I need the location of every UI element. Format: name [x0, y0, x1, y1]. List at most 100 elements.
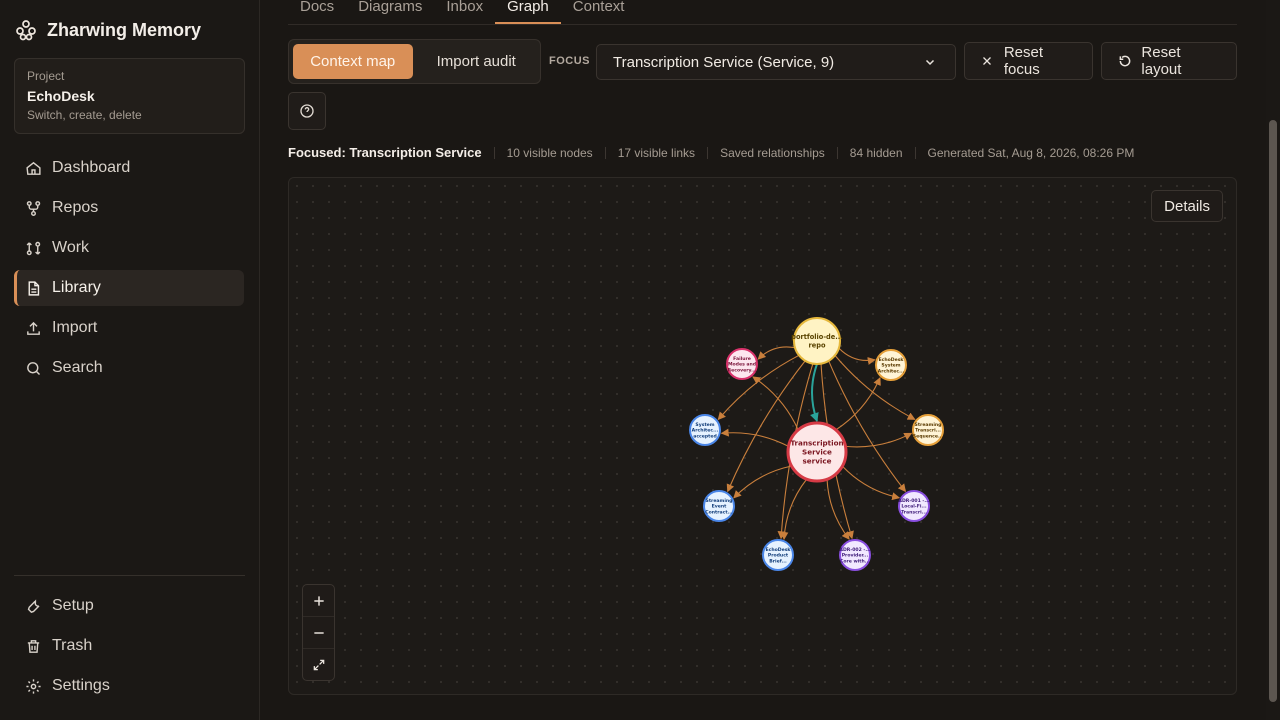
graph-mode-toggle: Context map Import audit [288, 39, 541, 84]
plus-icon [310, 592, 328, 610]
nav-item-settings[interactable]: Settings [14, 668, 244, 704]
generated-timestamp: Generated Sat, Aug 8, 2026, 08:26 PM [927, 145, 1135, 160]
tab-diagrams[interactable]: Diagrams [346, 0, 434, 24]
focus-label: FOCUS [549, 55, 590, 67]
node-label: Failure [733, 356, 751, 362]
nav-label: Search [52, 359, 103, 376]
graph-node-streamseq[interactable]: StreamingTranscri...Sequence... [912, 414, 944, 446]
node-label: service [803, 457, 832, 466]
node-label: Transcri... [915, 428, 941, 434]
focus-select[interactable]: Transcription Service (Service, 9) [596, 44, 956, 80]
node-label: portfolio-de... [791, 333, 843, 341]
tab-context[interactable]: Context [561, 0, 637, 24]
nav-item-dashboard[interactable]: Dashboard [14, 150, 244, 186]
tab-inbox[interactable]: Inbox [434, 0, 495, 24]
repo-icon [24, 199, 42, 217]
graph-edge-repo-failure [757, 346, 796, 360]
reset-layout-button[interactable]: Reset layout [1101, 42, 1237, 80]
project-name: EchoDesk [27, 88, 95, 104]
meta-divider [914, 146, 916, 159]
graph-node-failure[interactable]: FailureModes andRecovery... [726, 348, 758, 380]
nav-label: Library [52, 279, 101, 296]
node-label: Event [712, 504, 728, 510]
graph-edge-focus-sysarch [720, 428, 789, 447]
sidebar: Zharwing Memory Project EchoDesk Switch,… [0, 0, 260, 720]
node-label: EchoDesk [878, 357, 904, 363]
home-icon [24, 159, 42, 177]
graph-edge-focus-streamseq [845, 432, 913, 448]
node-label: Provider... [842, 553, 869, 559]
help-button[interactable] [288, 92, 326, 130]
zoom-out-button[interactable] [303, 617, 334, 649]
graph-canvas[interactable]: Transcription Service service portfolio-de.… [288, 177, 1237, 695]
nav-label: Import [52, 319, 98, 336]
node-label: EchoDesk [765, 547, 791, 553]
context-map-button[interactable]: Context map [293, 44, 413, 79]
graph-svg[interactable]: TranscriptionServiceservice portfolio-de.… [289, 178, 1237, 695]
relationship-source: Saved relationships [720, 145, 825, 160]
focus-select-value: Transcription Service (Service, 9) [613, 53, 835, 71]
details-button[interactable]: Details [1151, 190, 1223, 222]
tab-graph[interactable]: Graph [495, 0, 561, 24]
graph-node-sysarch[interactable]: SystemArchitec...accepted [689, 414, 721, 446]
graph-node-adr001[interactable]: ADR-001 -...Local-Fi...Transcri... [898, 490, 930, 522]
graph-node-repo[interactable]: portfolio-de...repo [791, 317, 843, 365]
main-nav: Dashboard Repos Work Library Import Sear… [14, 150, 244, 390]
node-label: Architec... [692, 428, 719, 434]
nav-item-trash[interactable]: Trash [14, 628, 244, 664]
graph-node-brief[interactable]: EchoDeskProductBrief... [762, 539, 794, 571]
node-label: System [881, 363, 900, 369]
node-label: Architec... [878, 368, 905, 374]
project-switcher[interactable]: Project EchoDesk Switch, create, delete [14, 58, 245, 134]
nav-item-import[interactable]: Import [14, 310, 244, 346]
brand[interactable]: Zharwing Memory [14, 18, 201, 42]
nav-item-work[interactable]: Work [14, 230, 244, 266]
nav-item-library[interactable]: Library [14, 270, 244, 306]
help-icon [298, 102, 316, 120]
chevron-down-icon [921, 53, 939, 71]
gear-icon [24, 677, 42, 695]
graph-edge-repo-streamevt [726, 360, 806, 493]
trash-icon [24, 637, 42, 655]
hidden-count: 84 hidden [849, 145, 903, 160]
graph-node-adr002[interactable]: ADR-002 -...Provider...Core with... [839, 539, 871, 571]
zoom-in-button[interactable] [303, 585, 334, 617]
tab-docs[interactable]: Docs [288, 0, 346, 24]
graph-node-echoarch[interactable]: EchoDeskSystemArchitec... [875, 349, 907, 381]
graph-summary: Focused: Transcription Service 10 visibl… [288, 145, 1134, 160]
reset-focus-button[interactable]: Reset focus [964, 42, 1093, 80]
meta-divider [604, 146, 606, 159]
import-audit-button[interactable]: Import audit [417, 44, 537, 79]
node-label: Sequence... [913, 433, 944, 439]
node-label: ADR-002 -... [839, 547, 870, 553]
nav-item-search[interactable]: Search [14, 350, 244, 386]
node-label: Core with... [840, 558, 870, 564]
project-label: Project [27, 69, 65, 83]
main-panel: Docs Diagrams Inbox Graph Context Contex… [260, 0, 1266, 720]
node-label: Product [768, 553, 789, 559]
node-label: System [695, 422, 714, 428]
nav-label: Repos [52, 199, 99, 216]
graph-edge-focus-failure [752, 376, 799, 431]
focused-node-text: Focused: Transcription Service [288, 145, 482, 160]
graph-edge-repo-focus [810, 363, 819, 422]
node-label: accepted [693, 433, 717, 439]
meta-divider [836, 146, 838, 159]
graph-edge-focus-adr002 [826, 479, 850, 540]
node-label: Modes and [728, 362, 756, 368]
logo-icon [14, 18, 38, 42]
nav-divider [14, 575, 245, 576]
node-label: Recovery... [728, 367, 757, 373]
graph-node-focus[interactable]: TranscriptionServiceservice [786, 421, 848, 483]
node-label: Brief... [769, 558, 787, 564]
nav-item-repos[interactable]: Repos [14, 190, 244, 226]
graph-node-streamevt[interactable]: StreamingEventContract... [703, 490, 735, 522]
node-label: Streaming [915, 422, 942, 428]
node-label: Streaming [706, 498, 733, 504]
scrollbar-thumb[interactable] [1269, 120, 1277, 702]
graph-nodes: TranscriptionServiceservice portfolio-de.… [689, 317, 944, 571]
nav-item-setup[interactable]: Setup [14, 588, 244, 624]
fit-view-button[interactable] [303, 649, 334, 681]
nav-label: Dashboard [52, 159, 131, 176]
reset-focus-label: Reset focus [1003, 44, 1044, 78]
